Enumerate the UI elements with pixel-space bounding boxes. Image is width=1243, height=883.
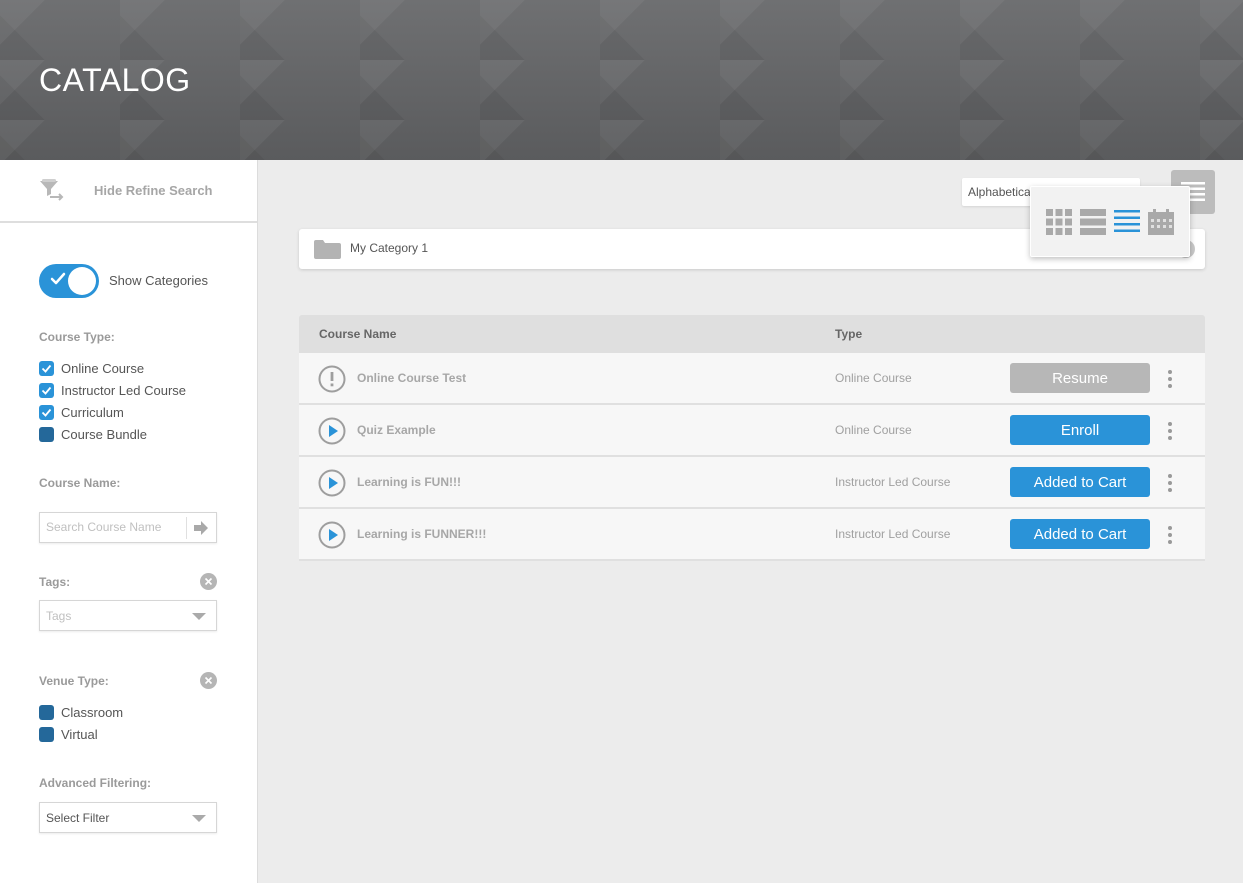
course-type-label: Course Type: [39,330,115,344]
enroll-button[interactable]: Enroll [1010,415,1150,445]
play-icon [318,521,346,549]
check-icon [50,272,66,285]
hide-refine-search-label: Hide Refine Search [94,183,213,198]
tile-view-icon[interactable] [1080,209,1106,235]
added-to-cart-button[interactable]: Added to Cart [1010,519,1150,549]
checkbox-label: Course Bundle [61,426,147,442]
search-course-name-input[interactable] [46,520,184,534]
arrow-right-icon[interactable] [193,520,209,536]
course-name[interactable]: Learning is FUNNER!!! [357,527,486,541]
checkbox-label: Online Course [61,360,145,376]
checkbox[interactable] [39,426,54,442]
folder-icon [314,240,341,259]
checkbox-instructor-led-course[interactable]: Instructor Led Course [39,382,186,398]
added-to-cart-button[interactable]: Added to Cart [1010,467,1150,497]
chevron-down-icon [192,815,206,822]
more-vertical-icon[interactable] [1164,369,1176,389]
category-label: My Category 1 [350,241,429,255]
table-header: Course Name Type [299,315,1205,353]
course-name[interactable]: Learning is FUN!!! [357,475,461,489]
grid-view-icon[interactable] [1046,209,1072,235]
tags-label: Tags: [39,575,71,589]
checkbox-label: Curriculum [61,404,124,420]
course-type: Instructor Led Course [835,527,951,541]
sort-value: Alphabetica [968,185,1031,199]
venue-type-label: Venue Type: [39,674,109,688]
checkbox[interactable] [39,704,54,720]
toggle-knob [68,267,96,295]
checkbox-label: Instructor Led Course [61,382,187,398]
checkbox[interactable] [39,404,54,420]
view-options-popover [1030,186,1190,257]
check-icon [41,364,52,373]
check-icon [41,408,52,417]
checkbox[interactable] [39,382,54,398]
tags-select[interactable]: Tags [39,600,217,631]
more-vertical-icon[interactable] [1164,473,1176,493]
advanced-filtering-label: Advanced Filtering: [39,776,152,790]
page-title: CATALOG [39,62,191,98]
clear-venue-icon[interactable] [200,672,217,689]
course-name[interactable]: Online Course Test [357,371,466,385]
table-row: Learning is FUNNER!!! Instructor Led Cou… [299,509,1205,561]
alert-icon [318,365,346,393]
column-header-course-name[interactable]: Course Name [319,327,396,341]
course-type: Instructor Led Course [835,475,951,489]
checkbox-label: Virtual [61,726,98,742]
check-icon [41,386,52,395]
course-type: Online Course [835,371,912,385]
resume-button[interactable]: Resume [1010,363,1150,393]
chevron-down-icon [192,613,206,620]
checkbox[interactable] [39,360,54,376]
course-name-search [39,512,217,543]
course-type: Online Course [835,423,912,437]
clear-tags-icon[interactable] [200,573,217,590]
tags-placeholder: Tags [46,609,72,623]
checkbox-course-bundle[interactable]: Course Bundle [39,426,147,442]
course-name-label: Course Name: [39,476,121,490]
divider [186,517,187,539]
page-header: CATALOG [0,0,1243,160]
advanced-filter-value: Select Filter [46,811,110,825]
calendar-view-icon[interactable] [1148,209,1174,235]
course-name[interactable]: Quiz Example [357,423,436,437]
checkbox-curriculum[interactable]: Curriculum [39,404,124,420]
show-categories-label: Show Categories [109,273,208,288]
course-table: Course Name Type Online Course Test Onli… [299,315,1205,561]
show-categories-toggle[interactable] [39,264,99,298]
checkbox-classroom[interactable]: Classroom [39,704,123,720]
advanced-filter-select[interactable]: Select Filter [39,802,217,833]
refine-sidebar: Hide Refine Search Show Categories Cours… [0,160,258,883]
checkbox-online-course[interactable]: Online Course [39,360,144,376]
checkbox-label: Classroom [61,704,124,720]
more-vertical-icon[interactable] [1164,525,1176,545]
hide-refine-search-button[interactable]: Hide Refine Search [0,160,257,223]
play-icon [318,469,346,497]
funnel-icon [40,179,64,201]
table-row: Online Course Test Online Course Resume [299,353,1205,405]
more-vertical-icon[interactable] [1164,421,1176,441]
column-header-type[interactable]: Type [835,327,862,341]
table-row: Quiz Example Online Course Enroll [299,405,1205,457]
table-row: Learning is FUN!!! Instructor Led Course… [299,457,1205,509]
list-view-icon[interactable] [1114,209,1140,235]
checkbox[interactable] [39,726,54,742]
checkbox-virtual[interactable]: Virtual [39,726,98,742]
play-icon [318,417,346,445]
